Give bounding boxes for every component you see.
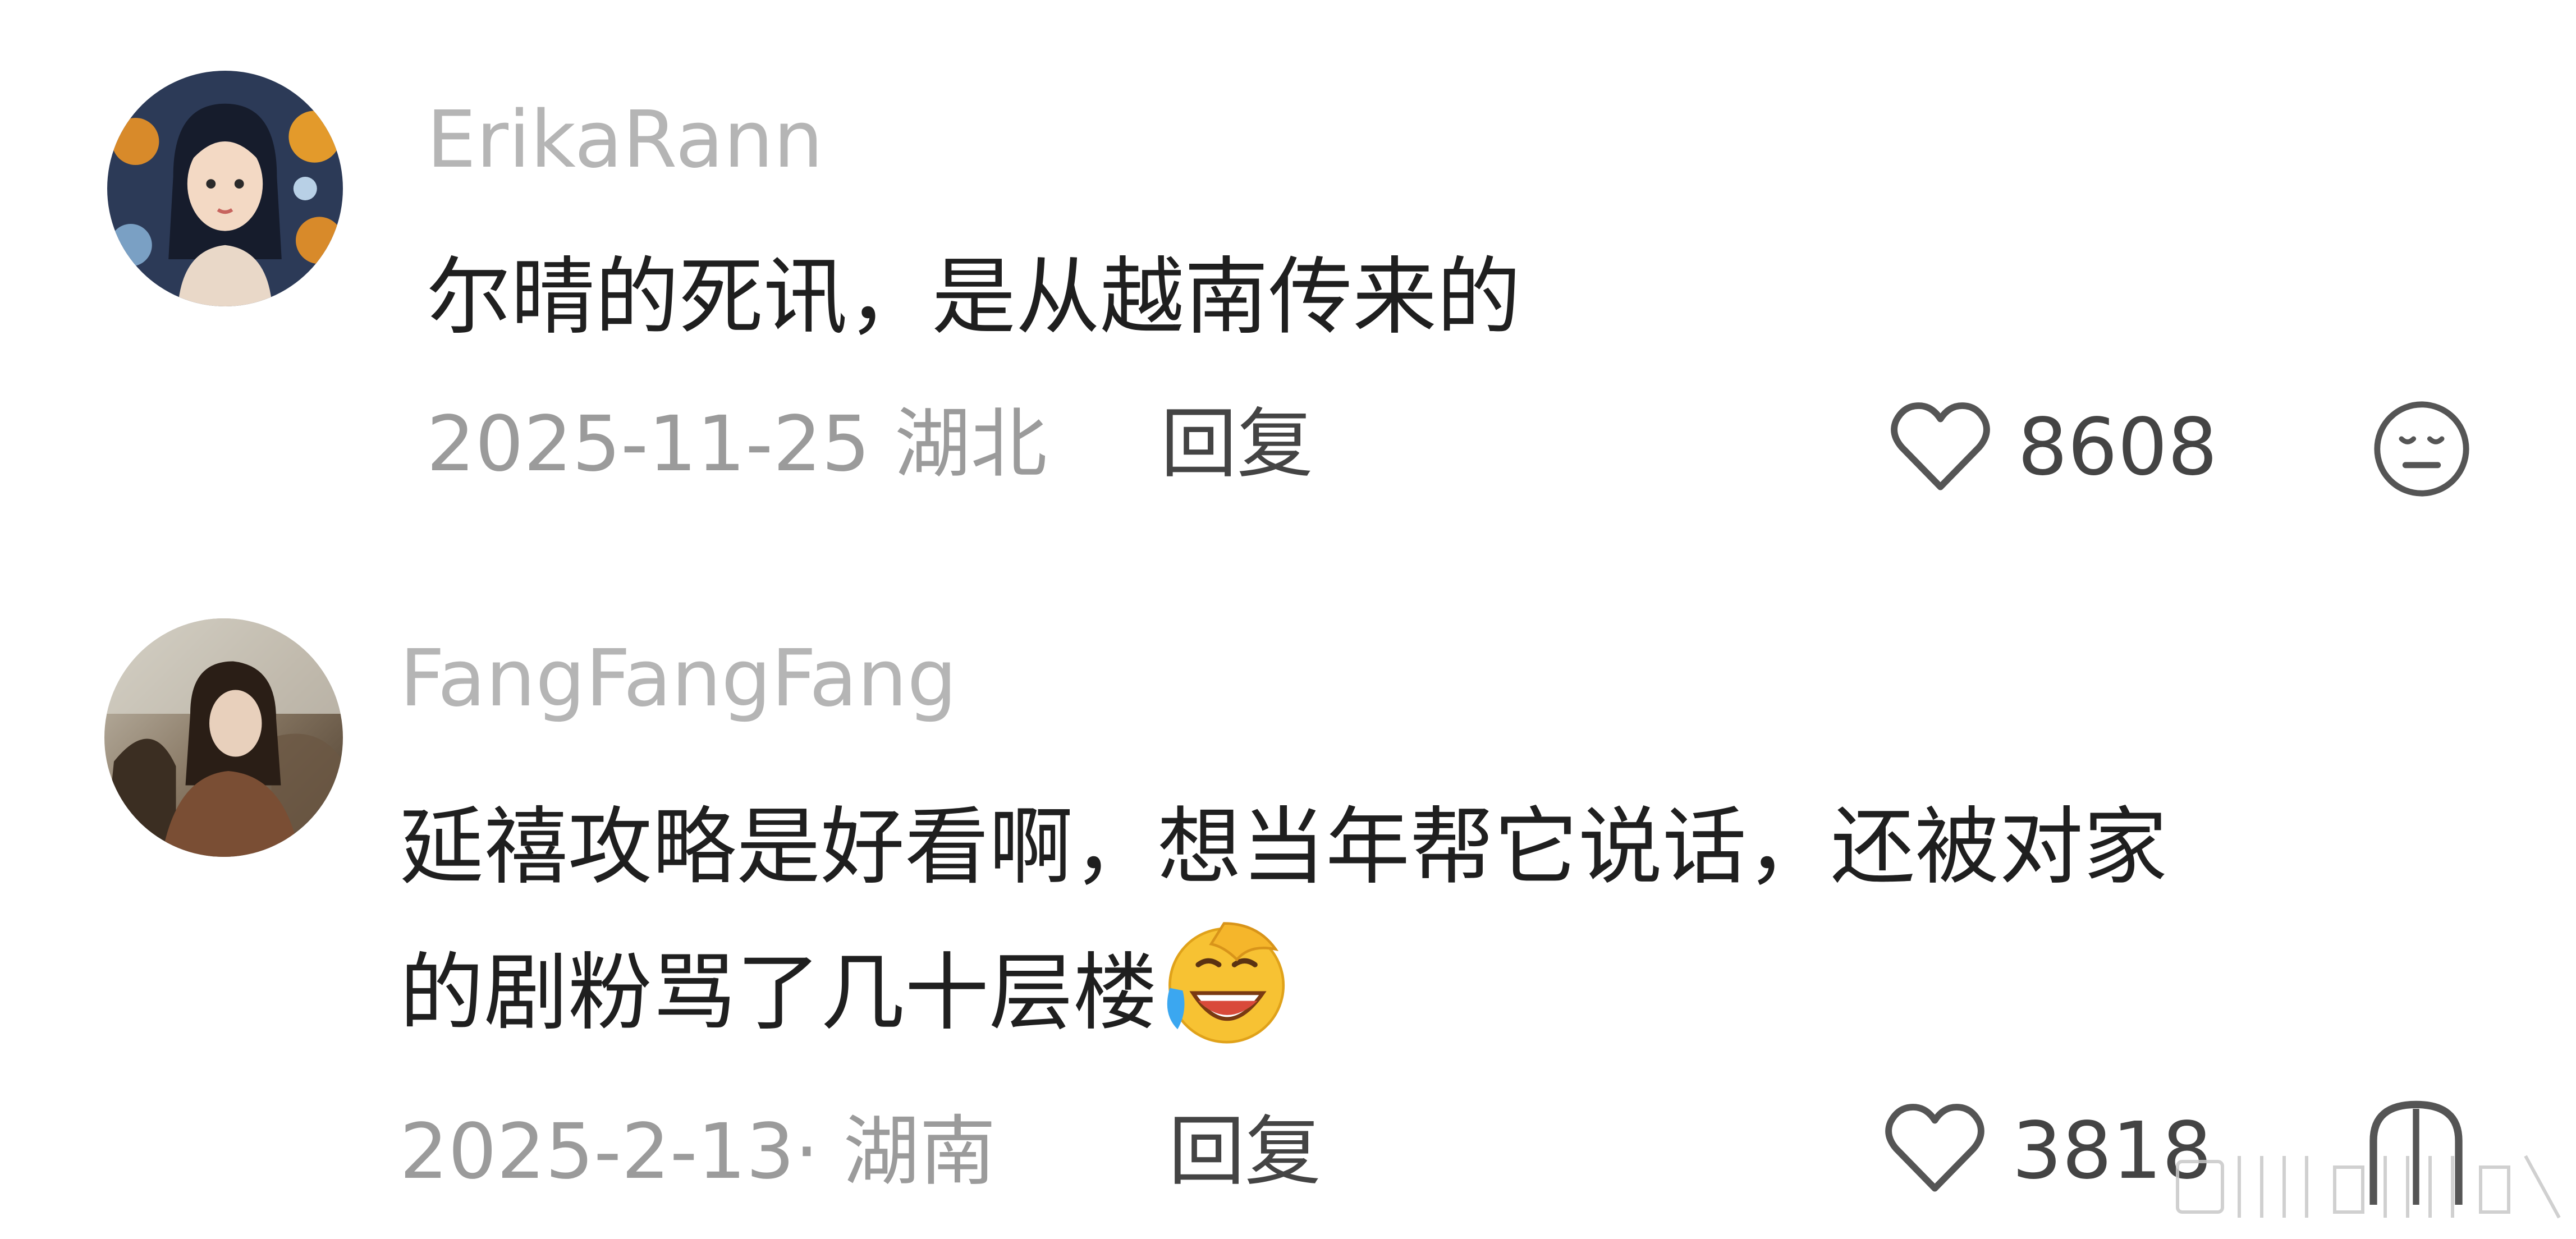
heart-icon[interactable]: [1889, 400, 1992, 495]
comment-text-line: 的剧粉骂了几十层楼: [400, 944, 1158, 1042]
username[interactable]: FangFangFang: [400, 640, 957, 718]
comment-text-line: 尔晴的死讯，是从越南传来的: [427, 249, 1521, 346]
comment-location: 湖南: [843, 1108, 996, 1196]
comment-text: 延禧攻略是好看啊，想当年帮它说话，还被对家 的剧粉骂了几十层楼: [400, 774, 2167, 1066]
comment-text-line-with-emoji: 的剧粉骂了几十层楼: [400, 920, 2167, 1066]
comment-location: 湖北: [894, 400, 1047, 489]
comment-date: 2025-11-25: [427, 400, 870, 489]
username[interactable]: ErikaRann: [427, 101, 823, 180]
avatar[interactable]: [104, 618, 343, 857]
illustrated-woman-avatar-icon: [107, 71, 343, 306]
comment-date: 2025-2-13·: [400, 1108, 819, 1196]
like-count: 8608: [2018, 402, 2218, 493]
comment-text: 尔晴的死讯，是从越南传来的: [427, 224, 1521, 370]
comment-item: ErikaRann 尔晴的死讯，是从越南传来的 2025-11-25 湖北 回复…: [0, 0, 2576, 561]
avatar[interactable]: [107, 71, 343, 306]
watermark-logo-icon: [2172, 1145, 2565, 1229]
laughing-crying-emoji-icon: [1159, 921, 1289, 1050]
comment-item: FangFangFang 延禧攻略是好看啊，想当年帮它说话，还被对家 的剧粉骂了…: [0, 561, 2576, 1239]
reply-button[interactable]: 回复: [1168, 1114, 1321, 1190]
reply-button[interactable]: 回复: [1161, 406, 1313, 483]
comment-meta: 2025-2-13· 湖南: [400, 1114, 996, 1190]
comment-text-line: 延禧攻略是好看啊，想当年帮它说话，还被对家: [400, 799, 2168, 896]
photo-avatar-icon: [104, 618, 343, 857]
dislike-face-icon[interactable]: [2371, 398, 2472, 499]
comment-meta: 2025-11-25 湖北: [427, 406, 1047, 483]
heart-icon[interactable]: [1883, 1101, 1987, 1196]
